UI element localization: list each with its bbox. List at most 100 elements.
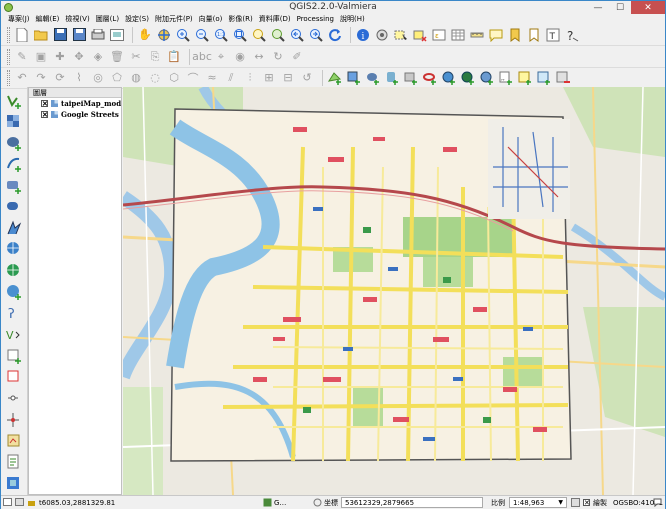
pan-to-selection-icon[interactable] (156, 27, 172, 43)
zoom-full-icon[interactable] (232, 27, 248, 43)
delete-ring-icon[interactable]: ◌ (147, 70, 163, 86)
fill-ring-icon[interactable]: ◍ (128, 70, 144, 86)
zoom-out-icon[interactable] (194, 27, 210, 43)
save-edits-icon[interactable]: ▣ (33, 49, 49, 65)
add-spatialite-layer-icon[interactable] (384, 70, 400, 86)
offset-curve-icon[interactable]: ≈ (204, 70, 220, 86)
script-icon[interactable] (5, 454, 23, 471)
simplify-feature-icon[interactable]: ⌇ (71, 70, 87, 86)
layer-item-google-streets[interactable]: ✕ Google Streets (29, 109, 121, 120)
refresh-icon[interactable] (327, 27, 343, 43)
add-wcs-layer-icon[interactable] (460, 70, 476, 86)
add-delimited-text-icon[interactable]: ,, (498, 70, 514, 86)
move-feature-icon[interactable]: ✥ (71, 49, 87, 65)
chevron-down-icon[interactable]: ▼ (558, 499, 563, 506)
zoom-in-icon[interactable] (175, 27, 191, 43)
menu-edit[interactable]: 編輯(E) (33, 14, 63, 24)
node-tool-icon[interactable]: ◈ (90, 49, 106, 65)
add-wms-icon[interactable] (5, 241, 23, 258)
zoom-selection-icon[interactable] (251, 27, 267, 43)
new-spatialite-layer-icon[interactable] (536, 70, 552, 86)
add-postgis-layer-icon[interactable] (365, 70, 381, 86)
messages-icon[interactable] (653, 497, 662, 508)
add-virtual-layer-icon[interactable]: V (5, 326, 23, 343)
add-mssql-layer-icon[interactable] (403, 70, 419, 86)
pin-labels-icon[interactable]: ⌖ (213, 49, 229, 65)
run-action-icon[interactable] (374, 27, 390, 43)
new-gpx-icon[interactable] (5, 390, 23, 407)
add-oracle-icon[interactable] (5, 198, 23, 215)
open-attribute-table-icon[interactable] (450, 27, 466, 43)
render-toggle[interactable]: ✕ 繪製 (583, 497, 607, 508)
zoom-next-icon[interactable] (308, 27, 324, 43)
add-raster-layer-icon[interactable] (346, 70, 362, 86)
python-console-icon[interactable] (5, 475, 23, 492)
split-parts-icon[interactable]: ⫶ (242, 70, 258, 86)
add-wms-layer-icon[interactable] (441, 70, 457, 86)
toolbar-grip[interactable] (7, 48, 10, 65)
add-feature-icon[interactable]: ✚ (52, 49, 68, 65)
add-sqlanywhere-icon[interactable] (5, 220, 23, 237)
add-wcs-icon[interactable] (5, 262, 23, 279)
toolbar-grip[interactable] (7, 69, 10, 86)
layer-item-taipei-map[interactable]: ✕ taipeiMap_modi… (29, 98, 121, 109)
menu-help[interactable]: 說明(H) (337, 14, 368, 24)
rotate-feature-icon[interactable]: ⟳ (52, 70, 68, 86)
menu-view[interactable]: 檢視(V) (62, 14, 92, 24)
render-checkbox[interactable]: ✕ (583, 499, 590, 507)
delete-selected-icon[interactable]: 🗑 (109, 49, 125, 65)
menu-settings[interactable]: 設定(S) (122, 14, 152, 24)
print-composer-icon[interactable] (90, 27, 106, 43)
gps-tools-icon[interactable] (5, 411, 23, 428)
show-bookmarks-icon[interactable] (526, 27, 542, 43)
lock-icon[interactable] (27, 498, 37, 507)
maximize-button[interactable]: ☐ (609, 1, 631, 14)
scale-combobox[interactable]: 1:48,963 ▼ (509, 497, 567, 508)
paste-features-icon[interactable]: 📋 (166, 49, 182, 65)
menu-project[interactable]: 專案(J) (5, 14, 33, 24)
zoom-last-icon[interactable] (289, 27, 305, 43)
new-shapefile-icon[interactable] (5, 347, 23, 364)
task-indicator[interactable]: G… (263, 497, 286, 508)
toolbar-grip[interactable] (7, 26, 10, 43)
pin-icon[interactable] (15, 498, 25, 507)
add-postgis-icon[interactable] (5, 135, 23, 152)
save-as-icon[interactable] (71, 27, 87, 43)
add-wfs-layer-icon[interactable] (479, 70, 495, 86)
add-oracle-layer-icon[interactable] (422, 70, 438, 86)
redo-icon[interactable]: ↷ (33, 70, 49, 86)
open-project-icon[interactable] (33, 27, 49, 43)
layer-visibility-checkbox[interactable]: ✕ (41, 100, 48, 107)
pan-icon[interactable]: ✋ (137, 27, 153, 43)
merge-attributes-icon[interactable]: ⊟ (280, 70, 296, 86)
add-wfs-icon[interactable] (5, 283, 23, 301)
select-by-expression-icon[interactable]: ε (431, 27, 447, 43)
identify-icon[interactable]: i (355, 27, 371, 43)
menu-database[interactable]: 資料庫(D) (256, 14, 294, 24)
change-label-icon[interactable]: ✐ (289, 49, 305, 65)
menu-raster[interactable]: 影像(R) (225, 14, 255, 24)
show-labels-icon[interactable]: ◉ (232, 49, 248, 65)
add-part-icon[interactable]: ⬠ (109, 70, 125, 86)
close-button[interactable]: ✕ (631, 1, 665, 14)
merge-features-icon[interactable]: ⊞ (261, 70, 277, 86)
toggle-editing-icon[interactable]: ✎ (14, 49, 30, 65)
cut-features-icon[interactable]: ✂ (128, 49, 144, 65)
layer-visibility-checkbox[interactable]: ✕ (41, 111, 48, 118)
undo-icon[interactable]: ↶ (14, 70, 30, 86)
coordinate-field[interactable]: 53612329,2879665 (341, 497, 483, 508)
new-project-icon[interactable] (14, 27, 30, 43)
menu-plugins[interactable]: 附加元件(P) (152, 14, 196, 24)
rotate-label-icon[interactable]: ↻ (270, 49, 286, 65)
minimize-button[interactable]: — (587, 1, 609, 14)
add-spatialite-icon[interactable] (5, 156, 23, 173)
remove-layer-icon[interactable] (555, 70, 571, 86)
composer-manager-icon[interactable] (109, 27, 125, 43)
help-icon[interactable]: ? (564, 27, 580, 43)
label-icon[interactable]: abc (192, 49, 212, 65)
split-features-icon[interactable]: ⫽ (223, 70, 239, 86)
save-project-icon[interactable] (52, 27, 68, 43)
zoom-actual-icon[interactable]: 1:1 (213, 27, 229, 43)
zoom-layer-icon[interactable] (270, 27, 286, 43)
rotate-point-symbols-icon[interactable]: ↺ (299, 70, 315, 86)
